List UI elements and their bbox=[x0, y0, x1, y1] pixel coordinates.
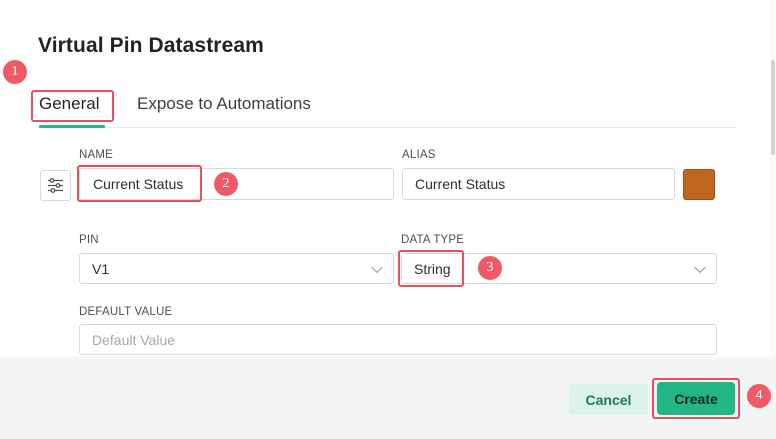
default-value-placeholder: Default Value bbox=[92, 331, 176, 348]
step-badge-3: 3 bbox=[478, 256, 502, 280]
tab-general[interactable]: General bbox=[39, 94, 99, 114]
pin-select-value: V1 bbox=[92, 260, 110, 277]
chevron-down-icon bbox=[371, 261, 383, 273]
datastream-settings-button[interactable] bbox=[40, 170, 71, 201]
dialog-title: Virtual Pin Datastream bbox=[38, 34, 264, 57]
alias-label: ALIAS bbox=[402, 149, 436, 161]
data-type-label: DATA TYPE bbox=[401, 234, 465, 246]
tab-expose-to-automations[interactable]: Expose to Automations bbox=[137, 94, 311, 114]
data-type-select-value: String bbox=[414, 260, 451, 277]
cancel-button[interactable]: Cancel bbox=[569, 384, 648, 415]
step-badge-1: 1 bbox=[3, 60, 27, 84]
scrollbar-thumb[interactable] bbox=[771, 60, 775, 155]
scrollbar-track[interactable] bbox=[770, 0, 776, 357]
step-badge-4: 4 bbox=[747, 384, 771, 408]
data-type-select[interactable]: String bbox=[401, 253, 717, 284]
default-value-input[interactable]: Default Value bbox=[79, 324, 717, 355]
create-button[interactable]: Create bbox=[657, 382, 735, 415]
tabs-divider bbox=[38, 127, 736, 128]
chevron-down-icon bbox=[694, 261, 706, 273]
step-badge-2: 2 bbox=[214, 172, 238, 196]
color-picker-button[interactable] bbox=[683, 169, 715, 200]
pin-label: PIN bbox=[79, 234, 99, 246]
name-label: NAME bbox=[79, 149, 114, 161]
name-input-value: Current Status bbox=[93, 176, 184, 192]
alias-input-value: Current Status bbox=[415, 176, 506, 192]
active-tab-indicator bbox=[39, 125, 105, 128]
sliders-icon bbox=[48, 178, 63, 193]
pin-select[interactable]: V1 bbox=[79, 253, 394, 284]
alias-input[interactable]: Current Status bbox=[402, 168, 675, 200]
default-value-label: DEFAULT VALUE bbox=[79, 306, 173, 318]
